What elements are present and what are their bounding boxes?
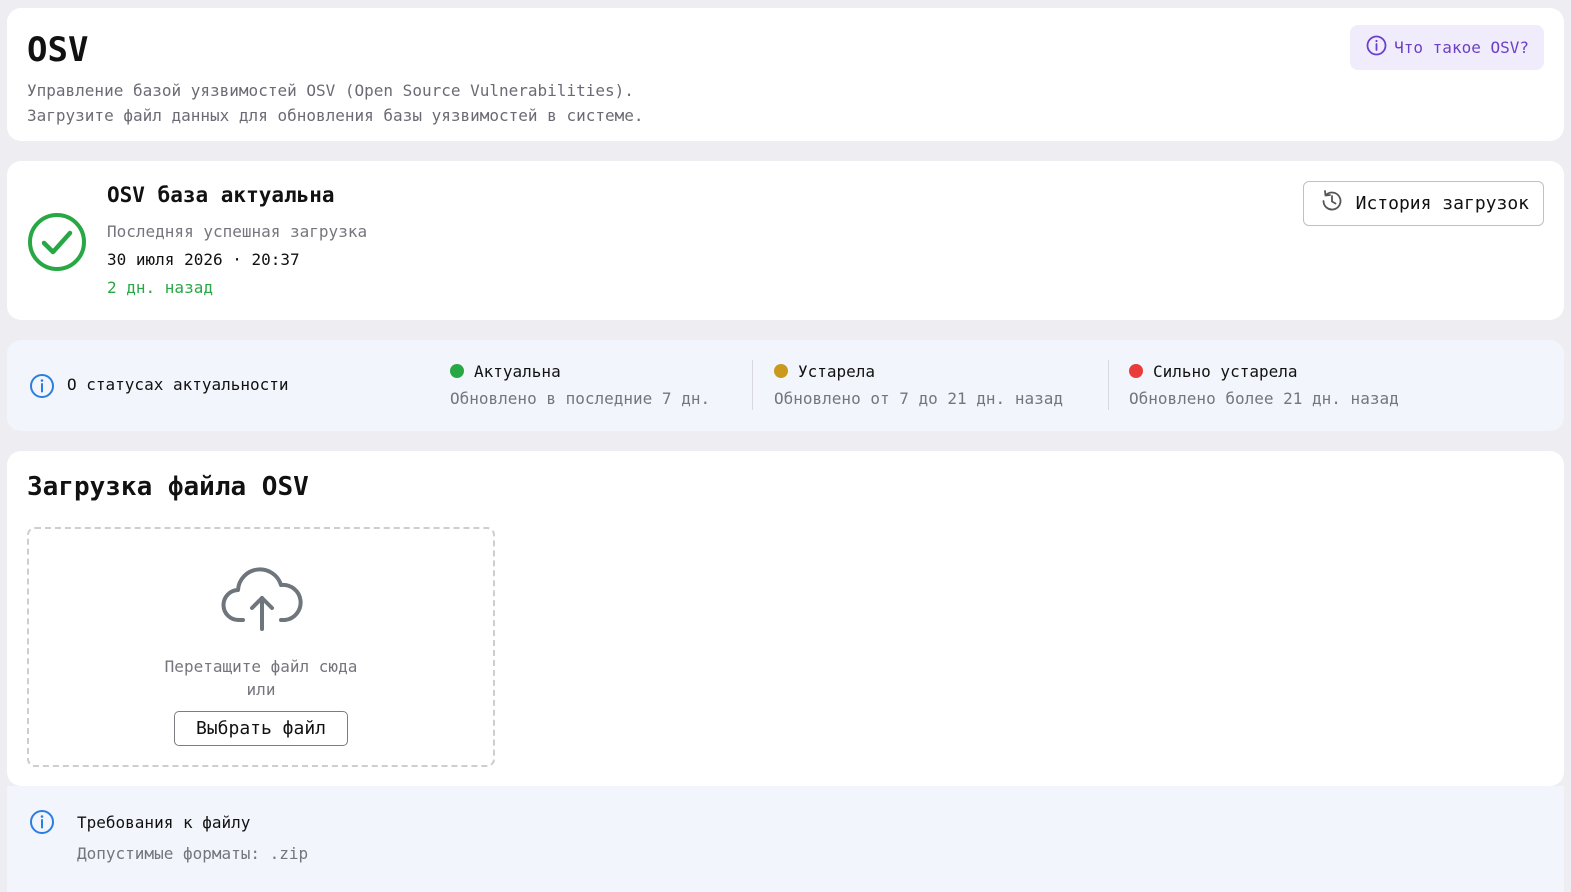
status-title: OSV база актуальна xyxy=(107,183,335,207)
legend-label: Устарела xyxy=(798,361,876,381)
legend-label: Актуальна xyxy=(474,361,561,381)
legend-item-outdated: Устарела Обновлено от 7 до 21 дн. назад xyxy=(774,361,1063,408)
legend-item-very-outdated: Сильно устарела Обновлено более 21 дн. н… xyxy=(1129,361,1399,408)
divider xyxy=(1108,360,1109,410)
page-description: Управление базой уязвимостей OSV (Open S… xyxy=(27,78,644,128)
requirements-title: Требования к файлу xyxy=(77,813,251,832)
status-card: OSV база актуальна Последняя успешная за… xyxy=(7,161,1564,320)
file-requirements-panel: Требования к файлу Допустимые форматы: .… xyxy=(7,786,1564,892)
status-dot-yellow xyxy=(774,364,788,378)
check-circle-icon xyxy=(27,212,87,276)
legend-description: Обновлено от 7 до 21 дн. назад xyxy=(774,389,1063,408)
last-upload-date: 30 июля 2026 · 20:37 xyxy=(107,250,300,269)
legend-label: Сильно устарела xyxy=(1153,361,1298,381)
upload-history-label: История загрузок xyxy=(1355,193,1529,214)
choose-file-button[interactable]: Выбрать файл xyxy=(174,711,348,746)
legend-description: Обновлено более 21 дн. назад xyxy=(1129,389,1399,408)
cloud-upload-icon xyxy=(221,565,303,637)
description-line-2: Загрузите файл данных для обновления баз… xyxy=(27,106,644,125)
status-legend-panel: О статусах актуальности Актуальна Обновл… xyxy=(7,340,1564,431)
legend-heading: О статусах актуальности xyxy=(67,375,289,394)
drop-text: Перетащите файл сюда или xyxy=(29,655,493,701)
what-is-osv-label: Что такое OSV? xyxy=(1394,38,1529,57)
history-icon xyxy=(1319,188,1345,219)
header-card: OSV Управление базой уязвимостей OSV (Op… xyxy=(7,8,1564,141)
description-line-1: Управление базой уязвимостей OSV (Open S… xyxy=(27,81,634,100)
upload-title: Загрузка файла OSV xyxy=(27,472,309,502)
drop-hint: Перетащите файл сюда xyxy=(164,657,358,676)
page-title: OSV xyxy=(27,30,89,70)
file-dropzone[interactable]: Перетащите файл сюда или Выбрать файл xyxy=(27,527,495,767)
upload-history-button[interactable]: История загрузок xyxy=(1302,181,1544,226)
status-dot-red xyxy=(1129,364,1143,378)
divider xyxy=(752,360,753,410)
legend-description: Обновлено в последние 7 дн. xyxy=(450,389,711,408)
upload-card: Загрузка файла OSV Перетащите файл сюда … xyxy=(7,451,1564,786)
info-icon xyxy=(1366,35,1387,60)
allowed-formats: Допустимые форматы: .zip xyxy=(77,844,309,863)
info-icon xyxy=(29,373,55,403)
status-dot-green xyxy=(450,364,464,378)
legend-item-actual: Актуальна Обновлено в последние 7 дн. xyxy=(450,361,710,408)
or-text: или xyxy=(246,680,276,699)
last-upload-ago: 2 дн. назад xyxy=(107,278,213,297)
what-is-osv-button[interactable]: Что такое OSV? xyxy=(1350,25,1544,70)
info-icon xyxy=(29,809,55,839)
last-upload-label: Последняя успешная загрузка xyxy=(107,222,368,241)
